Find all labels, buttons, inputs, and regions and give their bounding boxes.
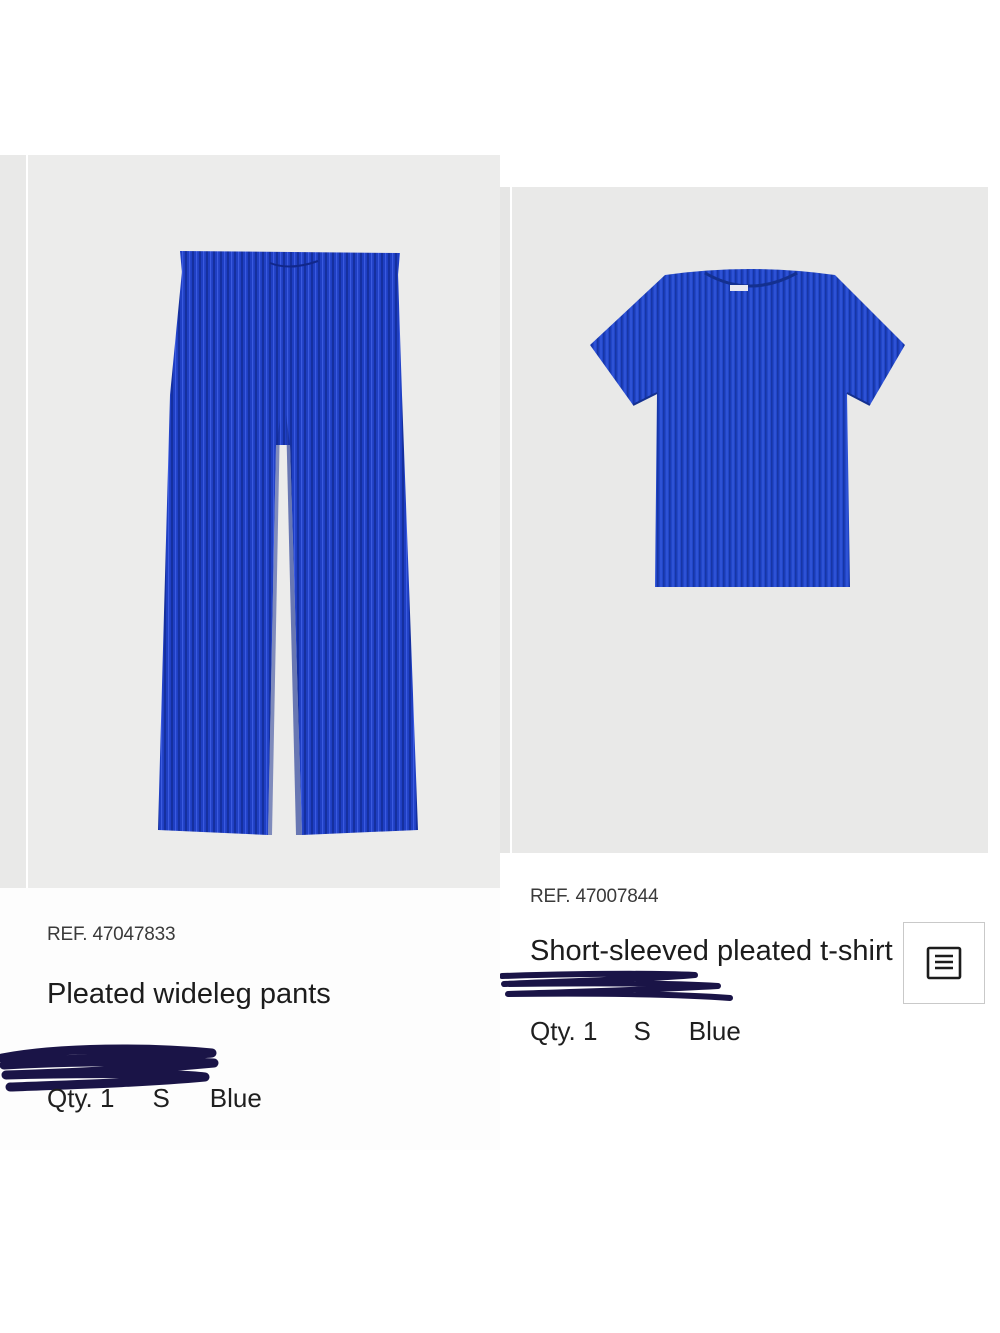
product-name[interactable]: Short-sleeved pleated t-shirt bbox=[530, 935, 893, 968]
size: S bbox=[633, 1016, 651, 1046]
product-card-pants[interactable]: REF. 47047833 Pleated wideleg pants Qty.… bbox=[0, 155, 500, 1150]
note-list-icon bbox=[926, 946, 962, 980]
order-items-screenshot: REF. 47047833 Pleated wideleg pants Qty.… bbox=[0, 0, 1000, 1333]
product-info-pants: REF. 47047833 Pleated wideleg pants Qty.… bbox=[0, 888, 500, 1150]
product-card-tshirt[interactable]: REF. 47007844 Short-sleeved pleated t-sh… bbox=[500, 187, 1000, 1087]
pleated-tshirt-image bbox=[590, 269, 905, 587]
previous-image-edge bbox=[500, 187, 512, 853]
product-image-tshirt[interactable] bbox=[500, 187, 988, 853]
redaction-scribble bbox=[500, 970, 733, 1001]
previous-image-edge bbox=[0, 155, 28, 888]
product-image-pants[interactable] bbox=[0, 155, 500, 888]
quantity: Qty. 1 bbox=[47, 1083, 115, 1113]
product-ref: REF. 47007844 bbox=[530, 886, 659, 907]
color: Blue bbox=[688, 1016, 741, 1046]
product-ref: REF. 47047833 bbox=[47, 924, 176, 945]
size: S bbox=[152, 1083, 170, 1113]
quantity: Qty. 1 bbox=[530, 1016, 598, 1046]
product-name[interactable]: Pleated wideleg pants bbox=[47, 978, 331, 1011]
product-meta: Qty. 1 S Blue bbox=[530, 1016, 741, 1047]
item-notes-button[interactable] bbox=[903, 922, 985, 1004]
color: Blue bbox=[209, 1083, 262, 1113]
product-meta: Qty. 1 S Blue bbox=[47, 1083, 262, 1114]
pleated-pants-image bbox=[158, 251, 418, 835]
